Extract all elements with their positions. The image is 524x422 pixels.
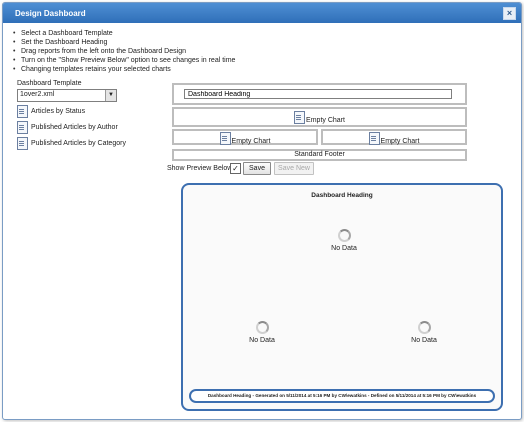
- loading-spinner-icon: [255, 321, 269, 334]
- chart-document-icon: [294, 111, 306, 124]
- loading-spinner-icon: [337, 229, 351, 242]
- chart-slot-label: Empty Chart: [306, 117, 345, 124]
- checkmark-icon: ✓: [232, 164, 239, 173]
- template-label: Dashboard Template: [17, 80, 82, 87]
- chevron-down-icon[interactable]: ▼: [105, 90, 116, 101]
- footer-slot-label: Standard Footer: [294, 151, 345, 158]
- dashboard-heading-input[interactable]: [184, 89, 452, 99]
- preview-chart-bottom-left: No Data: [237, 321, 287, 344]
- no-data-label: No Data: [331, 245, 357, 252]
- heading-slot: [172, 83, 467, 105]
- instruction-item: Changing templates retains your selected…: [13, 65, 235, 74]
- instructions-list: Select a Dashboard Template Set the Dash…: [13, 29, 235, 74]
- report-item-label: Published Articles by Author: [31, 124, 118, 131]
- chart-document-icon: [368, 132, 380, 145]
- chart-slot-bottom-right[interactable]: Empty Chart: [321, 129, 467, 145]
- report-item-label: Articles by Status: [31, 108, 86, 115]
- show-preview-checkbox[interactable]: ✓: [230, 163, 241, 174]
- chart-slot-label: Empty Chart: [231, 138, 271, 145]
- chart-slot-top[interactable]: Empty Chart: [172, 107, 467, 127]
- instruction-item: Select a Dashboard Template: [13, 29, 235, 38]
- dashboard-preview: Dashboard Heading No Data No Data No Dat…: [181, 183, 503, 411]
- report-document-icon: [17, 137, 28, 150]
- preview-footer: Dashboard Heading - Generated on 5/11/20…: [189, 389, 495, 403]
- dialog-title: Design Dashboard: [15, 9, 86, 18]
- template-select-value: 1over2.xml: [20, 91, 55, 98]
- close-icon: ×: [506, 8, 513, 18]
- chart-slot-bottom-left[interactable]: Empty Chart: [172, 129, 318, 145]
- report-document-icon: [17, 121, 28, 134]
- dialog-titlebar[interactable]: Design Dashboard ×: [3, 3, 521, 23]
- close-button[interactable]: ×: [503, 7, 516, 20]
- chart-slot-label: Empty Chart: [380, 138, 420, 145]
- report-document-icon: [17, 105, 28, 118]
- instruction-item: Drag reports from the left onto the Dash…: [13, 47, 235, 56]
- save-button[interactable]: Save: [243, 162, 271, 175]
- no-data-label: No Data: [249, 337, 275, 344]
- save-new-button[interactable]: Save New: [274, 162, 314, 175]
- report-list: Articles by Status Published Articles by…: [17, 105, 126, 153]
- instruction-item: Set the Dashboard Heading: [13, 38, 235, 47]
- preview-chart-top: No Data: [319, 229, 369, 252]
- show-preview-label: Show Preview Below:: [167, 165, 235, 172]
- chart-document-icon: [219, 132, 231, 145]
- preview-heading: Dashboard Heading: [311, 192, 373, 199]
- footer-slot[interactable]: Standard Footer: [172, 149, 467, 161]
- no-data-label: No Data: [411, 337, 437, 344]
- preview-chart-bottom-right: No Data: [399, 321, 449, 344]
- report-item-label: Published Articles by Category: [31, 140, 126, 147]
- report-item-published-articles-by-category[interactable]: Published Articles by Category: [17, 137, 126, 151]
- loading-spinner-icon: [417, 321, 431, 334]
- design-dashboard-dialog: Design Dashboard × Select a Dashboard Te…: [2, 2, 522, 420]
- report-item-published-articles-by-author[interactable]: Published Articles by Author: [17, 121, 118, 135]
- report-item-articles-by-status[interactable]: Articles by Status: [17, 105, 85, 119]
- template-select[interactable]: 1over2.xml ▼: [17, 89, 117, 102]
- instruction-item: Turn on the "Show Preview Below" option …: [13, 56, 235, 65]
